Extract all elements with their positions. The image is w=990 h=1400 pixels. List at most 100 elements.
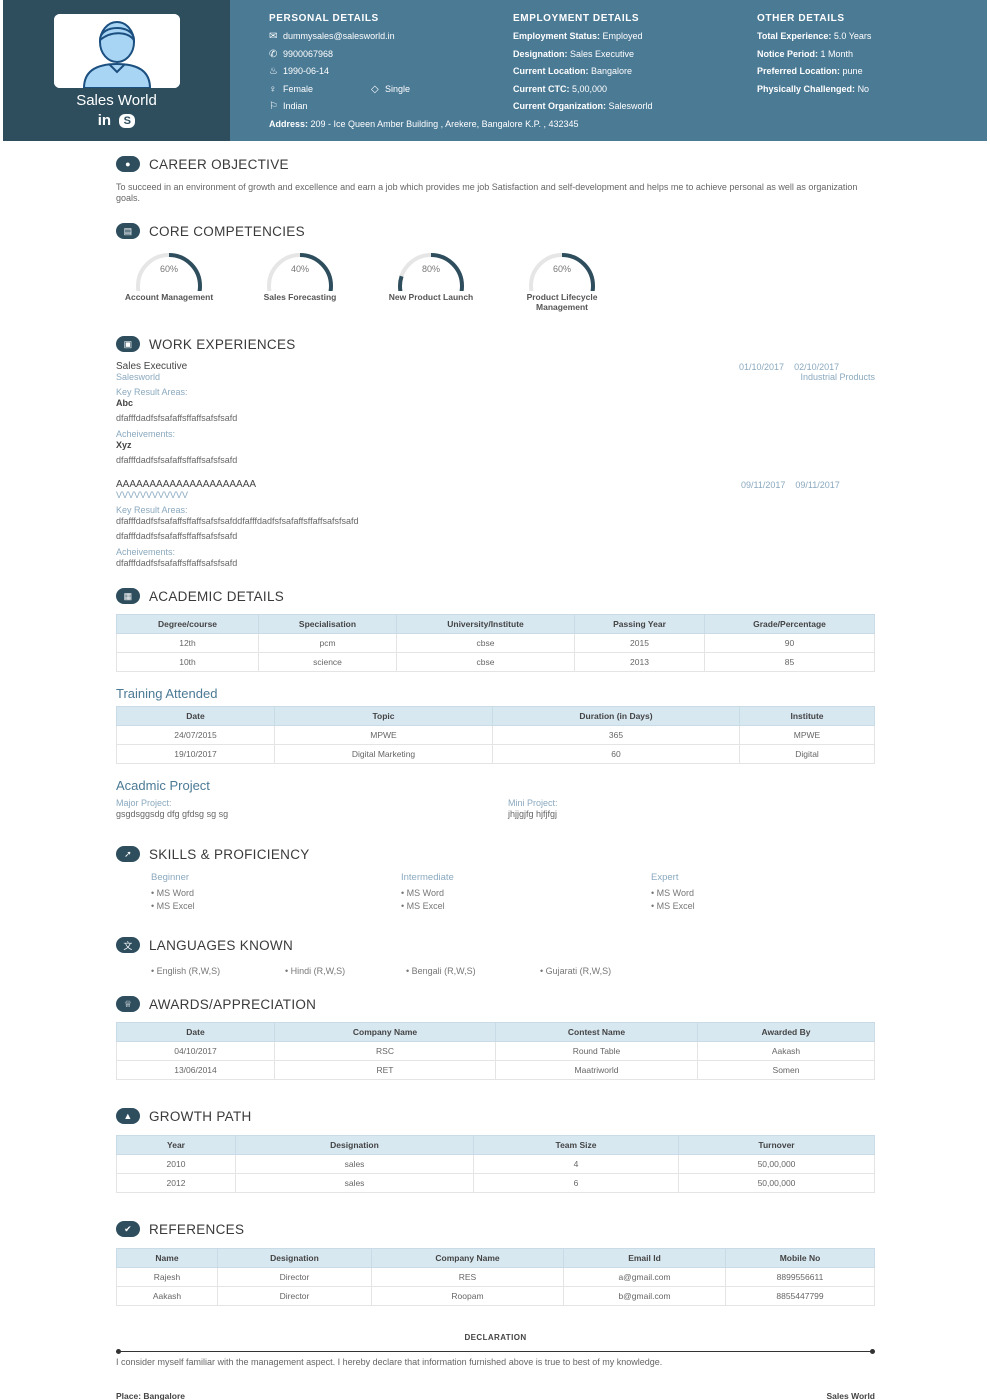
competency-ring: 40% <box>267 253 333 291</box>
references-heading: ✔ REFERENCES <box>116 1221 244 1237</box>
achievements-label: Acheivements: <box>116 429 176 439</box>
table-cell: Aakash <box>697 1041 875 1061</box>
job-dates: 01/10/2017 02/10/2017 <box>739 362 839 372</box>
career-objective-heading: ● CAREER OBJECTIVE <box>116 156 289 172</box>
language-name: Hindi (R,W,S) <box>290 966 346 976</box>
user-avatar-icon <box>54 14 180 88</box>
table-cell: 85 <box>704 652 875 672</box>
job-role: Sales Executive <box>116 361 188 372</box>
mini-project-value: jhjjgjfg hjfjfgj <box>508 809 558 819</box>
table-cell: Director <box>217 1286 372 1306</box>
growth-path-heading: ▲ GROWTH PATH <box>116 1108 252 1124</box>
references-title: REFERENCES <box>149 1221 245 1237</box>
language-name: Gujarati (R,W,S) <box>545 966 612 976</box>
table-cell: 24/07/2015 <box>116 725 275 745</box>
table-cell: Aakash <box>116 1286 218 1306</box>
designation-label: Designation: <box>513 48 568 59</box>
table-cell: MPWE <box>739 725 875 745</box>
list-item: • MS Excel <box>151 901 195 911</box>
skills-expert: Expert • MS Word • MS Excel <box>651 872 695 914</box>
table-row: 12th pcm cbse 2015 90 <box>116 633 875 653</box>
major-project-value: gsgdsggsdg dfg gfdsg sg sg <box>116 809 229 819</box>
physically-challenged-label: Physically Challenged: <box>757 83 856 94</box>
language-icon: 文 <box>116 937 140 953</box>
training-table: Date Topic Duration (in Days) Institute … <box>116 706 875 764</box>
trophy-icon: ♕ <box>116 996 140 1012</box>
table-cell: 04/10/2017 <box>116 1041 275 1061</box>
table-cell: cbse <box>396 652 575 672</box>
kra-label: Key Result Areas: <box>116 387 188 397</box>
personal-phone: 9900067968 <box>283 48 334 59</box>
ring-percent: 60% <box>160 264 178 274</box>
table-cell: 13/06/2014 <box>116 1060 275 1080</box>
table-cell: 90 <box>704 633 875 653</box>
skype-icon[interactable]: S <box>119 114 136 129</box>
table-cell: RET <box>274 1060 496 1080</box>
skill-level: Intermediate <box>401 872 454 883</box>
skills-intermediate: Intermediate • MS Word • MS Excel <box>401 872 454 914</box>
skills-title: SKILLS & PROFICIENCY <box>149 846 310 862</box>
column-header: University/Institute <box>396 614 575 634</box>
skill-level: Beginner <box>151 872 190 883</box>
table-cell: RSC <box>274 1041 496 1061</box>
address-label: Address: <box>269 118 309 129</box>
achievements-text: dfafffdadfsfsafaffsffaffsafsfsafd <box>116 455 238 465</box>
column-header: Designation <box>217 1248 372 1268</box>
personal-gender: Female <box>283 83 314 94</box>
physically-challenged-value: No <box>857 83 870 94</box>
column-header: Company Name <box>371 1248 564 1268</box>
table-cell: 60 <box>492 744 740 764</box>
column-header: Specialisation <box>258 614 397 634</box>
table-cell: 2013 <box>574 652 705 672</box>
table-row: 24/07/2015 MPWE 365 MPWE <box>116 725 875 745</box>
job-industry: Industrial Products <box>800 372 875 382</box>
career-objective-title: CAREER OBJECTIVE <box>149 156 289 172</box>
kra-text: dfafffdadfsfsafaffsffaffsafsfsafddfafffd… <box>116 516 359 526</box>
table-cell: 12th <box>116 633 259 653</box>
table-cell: 365 <box>492 725 740 745</box>
column-header: Mobile No <box>725 1248 875 1268</box>
notice-period-label: Notice Period: <box>757 48 819 59</box>
major-project-label: Major Project: <box>116 798 172 808</box>
growth-table: Year Designation Team Size Turnover 2010… <box>116 1135 875 1193</box>
phone-icon: ✆ <box>269 48 278 60</box>
languages-title: LANGUAGES KNOWN <box>149 937 294 953</box>
place: Place: Bangalore <box>116 1391 185 1400</box>
designation-value: Sales Executive <box>570 48 635 59</box>
list-item: • MS Word <box>651 888 694 898</box>
column-header: Date <box>116 706 275 726</box>
competency-label: Product Lifecycle Management <box>526 292 598 312</box>
kra-text: dfafffdadfsfsafaffsffaffsafsfsafd <box>116 531 238 541</box>
list-item: • MS Word <box>401 888 444 898</box>
checkmark-icon: ✔ <box>116 1221 140 1237</box>
work-experiences-heading: ▣ WORK EXPERIENCES <box>116 336 296 352</box>
column-header: Contest Name <box>495 1022 698 1042</box>
column-header: Passing Year <box>574 614 705 634</box>
table-cell: MPWE <box>274 725 493 745</box>
competency-ring: 60% <box>136 253 202 291</box>
personal-email: dummysales@salesworld.in <box>283 31 395 41</box>
employment-details: EMPLOYMENT DETAILS Employment Status: Em… <box>513 13 653 118</box>
table-cell: sales <box>235 1173 474 1193</box>
competency-label: Account Management <box>124 292 214 302</box>
table-row: 19/10/2017 Digital Marketing 60 Digital <box>116 744 875 764</box>
location-pin-icon: ♀ <box>269 83 277 95</box>
table-cell: 10th <box>116 652 259 672</box>
column-header: Turnover <box>678 1135 875 1155</box>
kra-text: dfafffdadfsfsafaffsffaffsafsfsafd <box>116 413 238 423</box>
references-table: Name Designation Company Name Email Id M… <box>116 1248 875 1306</box>
column-header: Company Name <box>274 1022 496 1042</box>
table-row: 2012 sales 6 50,00,000 <box>116 1173 875 1193</box>
linkedin-icon[interactable]: in <box>98 112 111 129</box>
table-cell: Round Table <box>495 1041 698 1061</box>
avatar <box>54 14 180 88</box>
table-row: 2010 sales 4 50,00,000 <box>116 1154 875 1174</box>
competency-item: 80% New Product Launch <box>376 249 486 302</box>
table-cell: 2015 <box>574 633 705 653</box>
table-cell: RES <box>371 1267 564 1287</box>
list-item: • Bengali (R,W,S) <box>406 966 476 976</box>
table-cell: science <box>258 652 397 672</box>
table-row: 10th science cbse 2013 85 <box>116 652 875 672</box>
skills-heading: ➚ SKILLS & PROFICIENCY <box>116 846 310 862</box>
skill-level: Expert <box>651 872 679 883</box>
